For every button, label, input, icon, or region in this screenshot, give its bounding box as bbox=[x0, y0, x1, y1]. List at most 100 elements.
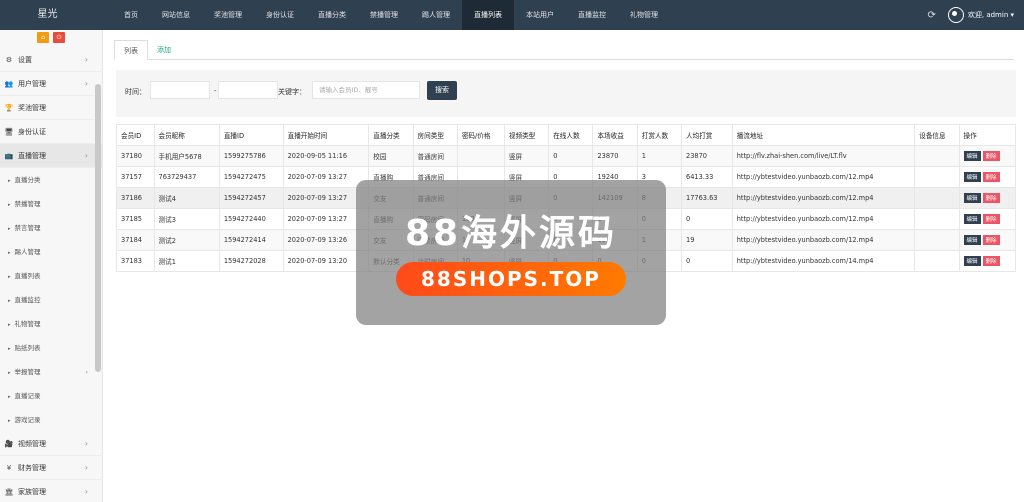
sidebar-subitem[interactable]: ▸ 禁播管理 bbox=[0, 192, 102, 216]
column-header: 密码/价格 bbox=[456, 124, 505, 146]
table-cell: 763729437 bbox=[153, 166, 220, 188]
topnav-item[interactable]: 直播监控 bbox=[566, 0, 618, 30]
table-cell: 1594272457 bbox=[218, 187, 284, 209]
table-cell: 竖屏 bbox=[503, 145, 550, 167]
topnav-item[interactable]: 踢人管理 bbox=[410, 0, 462, 30]
sidebar-item[interactable]: 🎥 视频管理 › bbox=[0, 432, 102, 456]
sidebar-subitem[interactable]: ▸ 直播分类 bbox=[0, 168, 102, 192]
actions-cell: 编辑 删除 bbox=[958, 145, 1017, 167]
end-date-input[interactable] bbox=[218, 81, 278, 99]
topnav-item[interactable]: 本站用户 bbox=[514, 0, 566, 30]
table-cell: http://ybtestvideo.yunbaozb.com/12.mp4 bbox=[731, 208, 916, 230]
actions-cell: 编辑 删除 bbox=[958, 250, 1017, 272]
sidebar-item-label: 直播分类 bbox=[14, 176, 41, 184]
delete-button[interactable]: 删除 bbox=[982, 235, 1000, 245]
sidebar-subitem[interactable]: ▸ 踢人管理 bbox=[0, 240, 102, 264]
monitor-icon: 🖥 bbox=[4, 128, 14, 136]
sidebar-subitem[interactable]: ▸ 贴纸列表 bbox=[0, 336, 102, 360]
sidebar-item[interactable]: ⚙ 设置 › bbox=[0, 48, 102, 72]
sidebar-item[interactable]: 👥 用户管理 › bbox=[0, 72, 102, 96]
welcome-text: 欢迎, admin ▾ bbox=[967, 11, 1014, 19]
table-cell: 2020-07-09 13:27 bbox=[282, 166, 370, 188]
column-header: 视频类型 bbox=[503, 124, 550, 146]
bullet-icon: ▸ bbox=[8, 226, 11, 232]
bullet-icon: ▸ bbox=[8, 370, 11, 376]
sidebar-item[interactable]: 🏛 家族管理 › bbox=[0, 480, 102, 502]
table-cell: 测试2 bbox=[153, 229, 220, 251]
sidebar-item[interactable]: ¥ 财务管理 › bbox=[0, 456, 102, 480]
edit-button[interactable]: 编辑 bbox=[963, 151, 981, 161]
refresh-icon[interactable]: ⟳ bbox=[927, 10, 935, 21]
delete-button[interactable]: 删除 bbox=[982, 172, 1000, 182]
edit-button[interactable]: 编辑 bbox=[963, 214, 981, 224]
column-header: 播流地址 bbox=[731, 124, 916, 146]
user-menu[interactable]: 欢迎, admin ▾ bbox=[947, 7, 1014, 23]
home-icon[interactable]: ⌂ bbox=[37, 32, 49, 43]
bullet-icon: ▸ bbox=[8, 202, 11, 208]
sidebar-quick-buttons: ⌂ ⏻ bbox=[0, 30, 102, 48]
column-header: 直播开始时间 bbox=[282, 124, 370, 146]
bullet-icon: ▸ bbox=[8, 394, 11, 400]
sidebar-item[interactable]: 🖥 身份认证 bbox=[0, 120, 102, 144]
edit-button[interactable]: 编辑 bbox=[963, 235, 981, 245]
power-icon[interactable]: ⏻ bbox=[53, 32, 65, 43]
table-header-row: 会员ID 会员昵称 直播ID 直播开始时间 直播分类 房间类型 密码/价格 视频类型 在线人数本… bbox=[116, 124, 1017, 146]
topnav-item[interactable]: 礼物管理 bbox=[618, 0, 670, 30]
sidebar-subitem[interactable]: ▸ 举报管理 › bbox=[0, 360, 102, 384]
topnav-item[interactable]: 首页 bbox=[112, 0, 150, 30]
actions-cell: 编辑 删除 bbox=[958, 208, 1017, 230]
chevron-right-icon: › bbox=[84, 439, 88, 448]
sidebar-subitem[interactable]: ▸ 直播记录 bbox=[0, 384, 102, 408]
delete-button[interactable]: 删除 bbox=[982, 256, 1000, 266]
top-nav: 首页 网站信息 奖池管理 身份认证 直播分类 禁播管理 踢人管理 直播列表 本站用户 直播监控 礼物… bbox=[112, 0, 670, 30]
table-cell: 测试1 bbox=[153, 250, 220, 272]
keyword-input[interactable]: 请输入会员ID、靓号 bbox=[312, 81, 420, 99]
sidebar-scrollbar[interactable] bbox=[95, 84, 101, 372]
search-button[interactable]: 搜索 bbox=[427, 81, 457, 100]
table-cell bbox=[914, 166, 960, 188]
watermark-domain: 88SHOPS.TOP bbox=[396, 262, 626, 296]
sidebar-subitem[interactable]: ▸ 礼物管理 bbox=[0, 312, 102, 336]
sidebar-item-label: 贴纸列表 bbox=[14, 344, 41, 352]
yen-icon: ¥ bbox=[6, 464, 12, 472]
tab-list[interactable]: 列表 bbox=[114, 40, 148, 60]
table-cell: 37186 bbox=[116, 187, 155, 209]
topnav-item[interactable]: 直播分类 bbox=[306, 0, 358, 30]
topnav-item[interactable]: 直播列表 bbox=[462, 0, 514, 30]
sidebar-item-label: 直播记录 bbox=[14, 392, 41, 400]
sidebar-subitem[interactable]: ▸ 游戏记录 bbox=[0, 408, 102, 432]
sidebar-item-label: 身份认证 bbox=[18, 128, 46, 136]
topnav-item[interactable]: 身份认证 bbox=[254, 0, 306, 30]
sidebar-subitem[interactable]: ▸ 禁言管理 bbox=[0, 216, 102, 240]
tab-add[interactable]: 添加 bbox=[148, 40, 180, 60]
delete-button[interactable]: 删除 bbox=[982, 214, 1000, 224]
topnav-item[interactable]: 网站信息 bbox=[150, 0, 202, 30]
table-cell: 1594272028 bbox=[218, 250, 284, 272]
topnav-item[interactable]: 奖池管理 bbox=[202, 0, 254, 30]
delete-button[interactable]: 删除 bbox=[982, 151, 1000, 161]
sidebar-subitem[interactable]: ▸ 直播监控 bbox=[0, 288, 102, 312]
bullet-icon: ▸ bbox=[8, 322, 11, 328]
table-cell: 23870 bbox=[592, 145, 638, 167]
table-cell: 37184 bbox=[116, 229, 155, 251]
topnav-item[interactable]: 禁播管理 bbox=[358, 0, 410, 30]
delete-button[interactable]: 删除 bbox=[982, 193, 1000, 203]
table-cell: 1594272414 bbox=[218, 229, 284, 251]
table-cell: 普通房间 bbox=[412, 145, 458, 167]
sidebar-item[interactable]: 🏆 奖池管理 bbox=[0, 96, 102, 120]
bullet-icon: ▸ bbox=[8, 250, 11, 256]
top-navbar: 星光 首页 网站信息 奖池管理 身份认证 直播分类 禁播管理 踢人管理 直播列表 本站用户 直播监… bbox=[0, 0, 1024, 30]
edit-button[interactable]: 编辑 bbox=[963, 193, 981, 203]
chevron-right-icon: › bbox=[85, 368, 88, 376]
sidebar-item[interactable]: 📺 直播管理 › bbox=[0, 144, 102, 168]
start-date-input[interactable] bbox=[150, 81, 210, 99]
brand-logo[interactable]: 星光 bbox=[0, 0, 95, 30]
sidebar-subitem[interactable]: ▸ 直播列表 bbox=[0, 264, 102, 288]
table-cell: http://ybtestvideo.yunbaozb.com/14.mp4 bbox=[731, 250, 916, 272]
edit-button[interactable]: 编辑 bbox=[963, 256, 981, 266]
table-cell: 37157 bbox=[116, 166, 155, 188]
edit-button[interactable]: 编辑 bbox=[963, 172, 981, 182]
video-icon: 🎥 bbox=[4, 440, 14, 448]
bullet-icon: ▸ bbox=[8, 346, 11, 352]
table-row: 37180 手机用户5678 1599275786 2020-09-05 11:16 校… bbox=[116, 145, 1017, 167]
